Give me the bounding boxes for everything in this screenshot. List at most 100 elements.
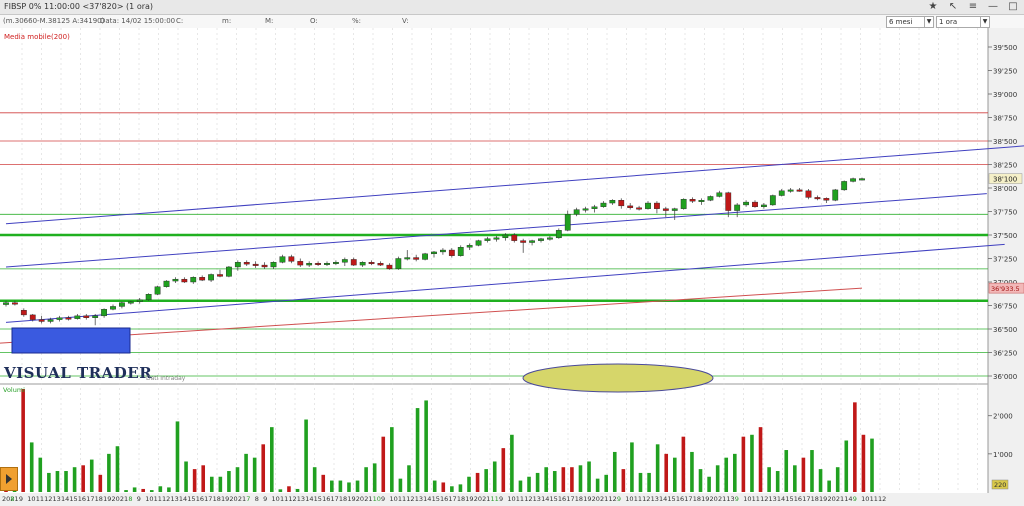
- time-axis-label: 20: [710, 495, 718, 503]
- time-axis-label: 21: [364, 495, 372, 503]
- price-tick-label: 38'500: [993, 138, 1017, 146]
- time-axis-label: 10: [507, 495, 515, 503]
- yellow-ellipse-drawing[interactable]: [522, 363, 714, 393]
- volume-bar: [733, 453, 737, 492]
- time-axis-label: 20: [356, 495, 364, 503]
- candle-body: [609, 200, 616, 204]
- volume-bar: [578, 465, 583, 492]
- time-axis-label: 9: [381, 495, 385, 503]
- time-axis-label: 12: [642, 495, 650, 503]
- volume-bar: [432, 480, 437, 492]
- volume-bar: [535, 472, 540, 492]
- time-axis-label: 14: [777, 495, 785, 503]
- minimize-icon[interactable]: —: [986, 1, 1000, 13]
- time-axis-label: 21: [600, 495, 608, 503]
- candle-body: [110, 306, 116, 310]
- price-pane: [0, 28, 988, 383]
- volume-bar: [47, 472, 51, 492]
- volume-current-label: 220: [994, 481, 1006, 489]
- candle-body: [448, 249, 455, 256]
- candle-body: [627, 205, 634, 208]
- volume-bar: [424, 400, 428, 492]
- candle-body: [832, 189, 839, 201]
- candle-body: [520, 240, 527, 243]
- play-button[interactable]: [0, 467, 18, 491]
- time-axis-label: 10: [389, 495, 397, 503]
- volume-bar: [450, 486, 454, 492]
- volume-bar: [458, 484, 463, 492]
- volume-bar: [330, 480, 334, 492]
- volume-bar: [810, 450, 814, 492]
- time-axis-label: 18: [457, 495, 465, 503]
- max-info: M:: [265, 17, 274, 25]
- time-axis-label: 19: [103, 495, 111, 503]
- candle-body: [841, 181, 848, 191]
- blue-box-drawing[interactable]: [11, 327, 131, 354]
- volume-bar: [767, 467, 771, 492]
- time-axis-label: 15: [785, 495, 793, 503]
- candle-body: [707, 196, 714, 201]
- volume-bar: [484, 469, 488, 492]
- time-axis-label: 11: [634, 495, 642, 503]
- time-axis-label: 8: [255, 495, 259, 503]
- volume-bar: [21, 389, 25, 492]
- candle-body: [511, 234, 518, 241]
- volume-bar: [149, 490, 154, 492]
- time-axis-label: 12: [760, 495, 768, 503]
- volume-bar: [844, 440, 849, 492]
- candle-body: [752, 201, 758, 208]
- dati-intraday-label: Dati Intraday: [146, 375, 186, 382]
- time-axis-label: 12: [288, 495, 296, 503]
- candle-body: [136, 299, 143, 302]
- settings-icon[interactable]: ≡: [966, 1, 980, 13]
- volume-bar: [355, 480, 360, 492]
- time-axis-label: 17: [86, 495, 94, 503]
- maximize-icon[interactable]: □: [1006, 1, 1020, 13]
- candle-body: [662, 208, 669, 211]
- candle-body: [29, 314, 36, 320]
- candle-body: [743, 201, 749, 206]
- candle-body: [315, 262, 321, 265]
- time-axis-label: 9: [853, 495, 857, 503]
- volume-bar: [501, 448, 506, 492]
- pin-icon[interactable]: ↖: [946, 1, 960, 13]
- time-axis-label: 13: [170, 495, 178, 503]
- candle-body: [47, 319, 54, 322]
- time-axis-label: 8: [128, 495, 132, 503]
- time-axis-label: 19: [465, 495, 473, 503]
- period-select[interactable]: 6 mesi ▼: [886, 16, 934, 28]
- time-axis-label: 20: [474, 495, 482, 503]
- candle-body: [127, 301, 134, 304]
- candle-body: [431, 251, 437, 254]
- time-axis-label: 8: [10, 495, 14, 503]
- time-axis-label: 21: [238, 495, 246, 503]
- candle-body: [796, 189, 803, 192]
- volume-bar: [184, 461, 188, 492]
- date-info: Data: 14/02 15:00:00: [100, 17, 176, 25]
- time-axis-label: 10: [272, 495, 280, 503]
- volume-bar: [527, 476, 531, 492]
- candle-body: [234, 262, 241, 268]
- volume-bar: [784, 450, 789, 492]
- chevron-down-icon: ▼: [980, 17, 989, 27]
- candle-body: [288, 256, 295, 262]
- volume-bar: [398, 478, 403, 492]
- candle-body: [636, 207, 642, 210]
- candle-body: [600, 202, 607, 207]
- candle-body: [199, 277, 206, 281]
- time-axis-label: 19: [701, 495, 709, 503]
- open-info: O:: [310, 17, 318, 25]
- volume-bar: [827, 480, 831, 492]
- price-tick-label: 36'500: [993, 326, 1017, 334]
- time-axis-label: 16: [78, 495, 86, 503]
- current-price-label: 38'100: [993, 176, 1017, 184]
- interval-select[interactable]: 1 ora ▼: [936, 16, 990, 28]
- candle-body: [270, 262, 277, 268]
- candle-body: [145, 294, 152, 301]
- price-chart[interactable]: 39'500 39'250 39'000 38'750 38'500 38'250 38'0…: [0, 28, 1024, 506]
- candle-body: [778, 190, 785, 196]
- star-icon[interactable]: ★: [926, 1, 940, 13]
- time-axis-label: 19: [221, 495, 229, 503]
- candle-body: [226, 266, 232, 277]
- candle-body: [466, 245, 473, 248]
